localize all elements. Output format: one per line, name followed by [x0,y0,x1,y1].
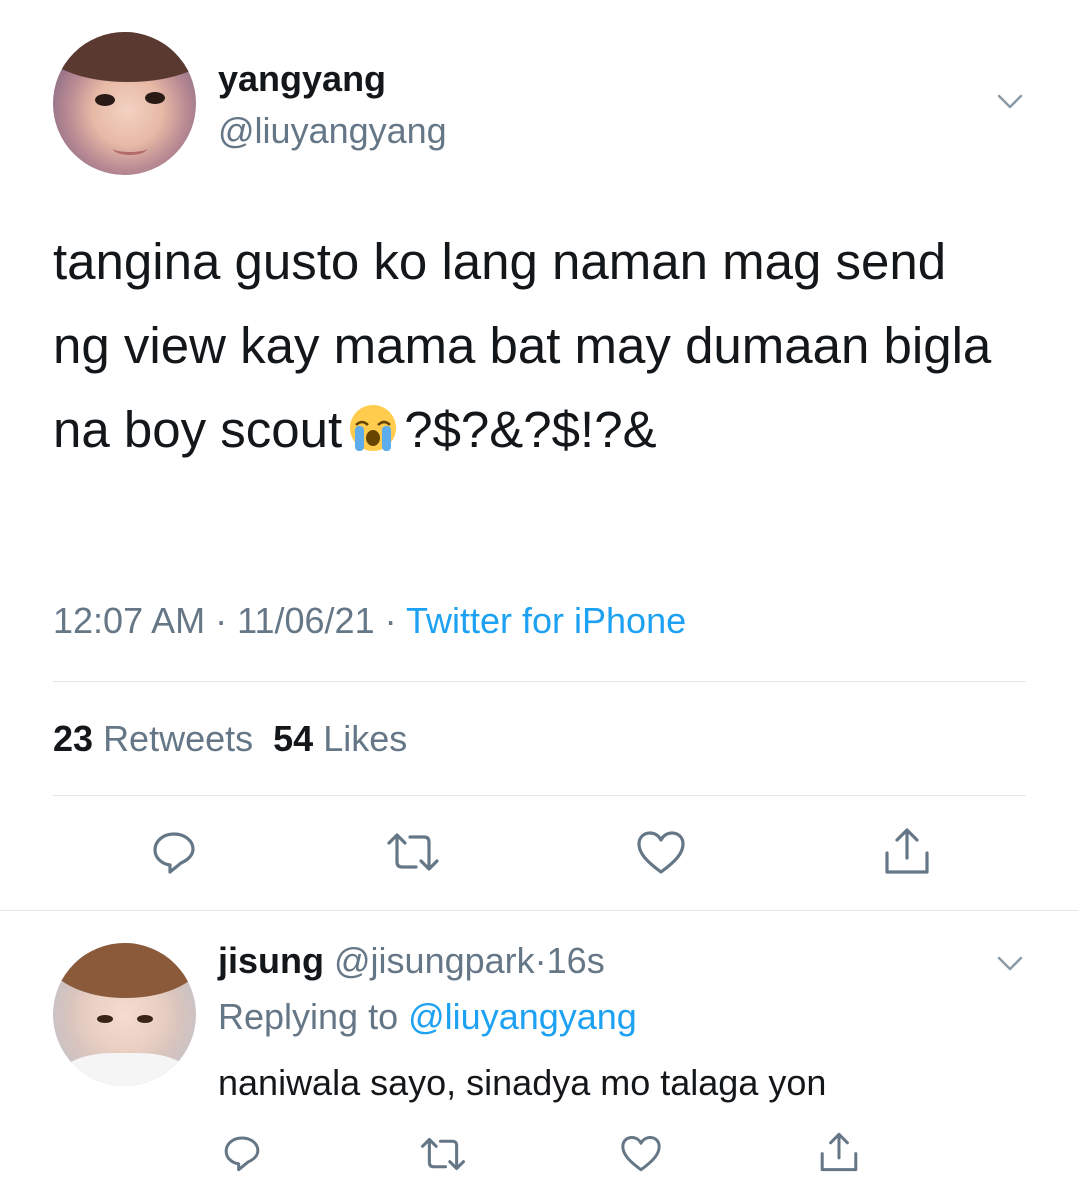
likes-stat[interactable]: 54 Likes [273,718,407,759]
reply-author-handle[interactable]: @jisungpark [334,940,535,981]
divider [53,681,1026,682]
like-icon[interactable] [620,1135,662,1173]
retweet-icon[interactable] [386,830,440,874]
reply-time: 16s [546,940,605,981]
share-icon[interactable] [818,1131,860,1173]
reply-header: jisung @jisungpark·16s [218,940,605,982]
avatar-eye [145,92,165,104]
author-avatar[interactable] [53,32,196,175]
tweet-text: tangina gusto ko lang naman mag send ng … [53,220,1013,472]
author-handle[interactable]: @liuyangyang [218,110,447,152]
divider [53,795,1026,796]
tweet-text-symbols: ?$?&?$!?& [404,401,657,458]
avatar-eye [137,1015,153,1023]
likes-label: Likes [323,718,408,759]
tweet-stats: 23 Retweets 54 Likes [53,718,407,760]
meta-separator: · [215,600,228,641]
replying-to-label: Replying to [218,996,399,1037]
avatar-eye [95,94,115,106]
retweet-icon[interactable] [420,1135,466,1173]
loudly-crying-face-emoji [350,405,397,451]
avatar-hair [53,32,196,82]
like-icon[interactable] [636,830,686,876]
avatar-mouth [113,142,147,155]
reply-author-display-name[interactable]: jisung [218,940,324,981]
author-display-name[interactable]: yangyang [218,58,386,100]
chevron-down-icon[interactable] [997,950,1023,976]
tweet-source-link[interactable]: Twitter for iPhone [406,600,686,641]
meta-separator: · [384,600,397,641]
divider [0,910,1078,911]
avatar-eye [97,1015,113,1023]
tweet-time: 12:07 AM [53,600,206,641]
reply-icon[interactable] [150,828,198,876]
avatar-hair [53,943,196,998]
retweets-count: 23 [53,718,94,759]
retweets-stat[interactable]: 23 Retweets [53,718,253,759]
meta-separator: · [534,940,547,981]
tweet-date: 11/06/21 [237,600,375,641]
reply-text: naniwala sayo, sinadya mo talaga yon [218,1062,827,1103]
reply-author-avatar[interactable] [53,943,196,1086]
avatar-shirt [63,1053,188,1086]
tweet-meta: 12:07 AM · 11/06/21 · Twitter for iPhone [53,600,686,642]
likes-count: 54 [273,718,314,759]
replying-to-handle[interactable]: @liuyangyang [408,996,637,1037]
replying-to: Replying to @liuyangyang [218,996,637,1038]
retweets-label: Retweets [103,718,254,759]
chevron-down-icon[interactable] [997,88,1023,114]
reply-icon[interactable] [222,1133,262,1173]
share-icon[interactable] [882,826,932,876]
